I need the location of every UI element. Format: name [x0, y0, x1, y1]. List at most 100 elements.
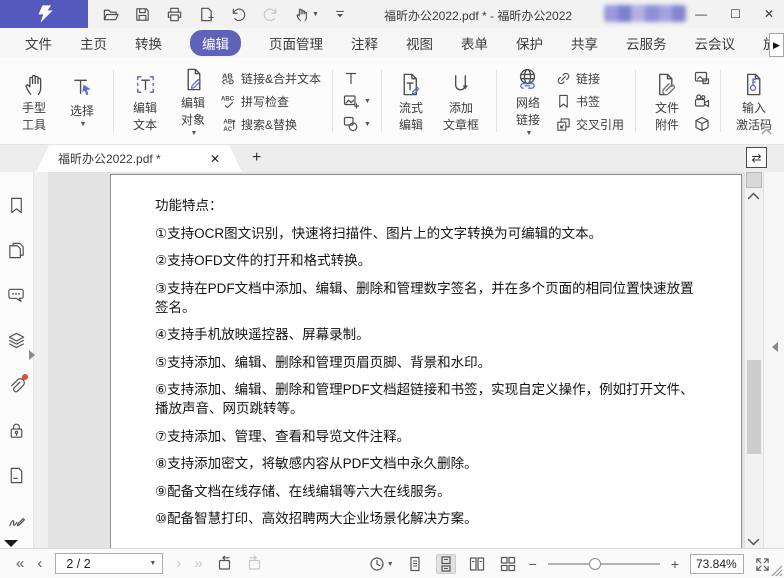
zoom-level-field[interactable]: 73.84%: [690, 554, 744, 574]
expand-right-panel-handle[interactable]: [772, 342, 778, 352]
document-tab-active[interactable]: 福昕办公2022.pdf * ✕: [36, 145, 242, 172]
sidebar-attachments-button[interactable]: [7, 376, 26, 395]
redo-button[interactable]: [262, 6, 279, 23]
tab-cloud-service[interactable]: 云服务: [626, 33, 667, 53]
link-merge-text-button[interactable]: AB 链接&合并文本: [221, 70, 321, 87]
scroll-up-button[interactable]: [747, 192, 760, 200]
security-lock-icon: [7, 421, 26, 440]
add-article-box-label: 添加: [449, 101, 473, 115]
customize-quick-access-button[interactable]: [334, 8, 346, 20]
link-button[interactable]: 链接: [556, 70, 624, 87]
tab-cloud-meeting[interactable]: 云会议: [695, 33, 736, 53]
hand-mode-button[interactable]: ▼: [294, 6, 319, 22]
app-logo[interactable]: [0, 0, 88, 28]
ribbon-divider: [381, 70, 382, 132]
new-document-button[interactable]: [198, 6, 215, 23]
print-button[interactable]: [166, 6, 183, 23]
scrollbar-thumb[interactable]: [747, 360, 761, 454]
facing-view-button[interactable]: [467, 554, 487, 574]
last-page-button[interactable]: »: [194, 556, 202, 571]
hand-pointer-icon: [294, 6, 310, 22]
facing-continuous-view-button[interactable]: [498, 554, 518, 574]
add-image-button[interactable]: ▼: [343, 93, 371, 109]
zoom-in-button[interactable]: +: [671, 556, 679, 572]
add-article-box-button[interactable]: 添加 文章框: [433, 71, 489, 132]
document-text-line: ⑦支持添加、管理、查看和导览文件注释。: [155, 427, 707, 446]
add-shape-button[interactable]: ▼: [343, 116, 371, 132]
sidebar-layers-button[interactable]: [7, 331, 26, 350]
select-button[interactable]: 选择 ▼: [58, 74, 106, 128]
tab-home[interactable]: 主页: [80, 33, 107, 53]
undo-button[interactable]: [230, 6, 247, 23]
scrollbar-top-button[interactable]: [746, 172, 762, 188]
right-panel-strip: [763, 172, 784, 548]
flow-edit-label: 流式: [399, 101, 423, 115]
bottom-left-expander[interactable]: [4, 540, 18, 547]
add-media-image-button[interactable]: [694, 70, 710, 86]
add-3d-button[interactable]: [694, 116, 710, 132]
bookmark-button[interactable]: 书签: [556, 93, 624, 110]
scroll-down-button[interactable]: [747, 538, 760, 546]
rotate-view-button[interactable]: ▼: [369, 556, 394, 572]
zoom-slider-knob[interactable]: [589, 558, 601, 570]
tab-protect[interactable]: 保护: [516, 33, 543, 53]
web-link-button[interactable]: 网络 链接▼: [504, 66, 552, 137]
continuous-view-button[interactable]: [436, 554, 456, 574]
expand-left-panel-handle[interactable]: [29, 350, 35, 360]
file-attachment-button[interactable]: 文件 附件: [643, 71, 691, 132]
hand-tool-label: 手型: [22, 101, 46, 115]
sidebar-security-button[interactable]: [7, 421, 26, 440]
pdf-page[interactable]: 功能特点： ①支持OCR图文识别，快速将扫描件、图片上的文字转换为可编辑的文本。…: [110, 174, 742, 548]
tab-share[interactable]: 共享: [571, 33, 598, 53]
minimize-button[interactable]: —: [695, 7, 707, 21]
fullscreen-button[interactable]: [755, 557, 770, 572]
tab-page-management[interactable]: 页面管理: [269, 33, 323, 53]
enter-activation-code-button[interactable]: 输入 激活码: [728, 71, 780, 132]
account-name-blurred[interactable]: [604, 5, 686, 22]
cross-reference-button[interactable]: 交叉引用: [556, 116, 624, 133]
tab-comment[interactable]: 注释: [351, 33, 378, 53]
tab-file[interactable]: 文件: [25, 33, 52, 53]
first-page-button[interactable]: «: [16, 556, 24, 571]
tab-view[interactable]: 视图: [406, 33, 433, 53]
flow-edit-button[interactable]: 流式 编辑: [389, 71, 433, 132]
previous-view-button[interactable]: [216, 555, 233, 572]
add-video-button[interactable]: [694, 93, 710, 109]
previous-page-button[interactable]: ‹: [37, 556, 42, 571]
link-label: 链接: [576, 70, 600, 87]
collapse-ribbon-button[interactable]: [761, 128, 772, 135]
hand-tool-button[interactable]: 手型 工具: [10, 71, 58, 132]
zoom-out-button[interactable]: −: [529, 556, 537, 572]
swap-view-button[interactable]: ⇄: [746, 147, 767, 168]
vertical-scrollbar[interactable]: [745, 172, 763, 548]
maximize-button[interactable]: ☐: [730, 7, 741, 21]
sidebar-signature-button[interactable]: [7, 511, 26, 530]
close-document-icon[interactable]: ✕: [210, 152, 220, 166]
edit-object-button[interactable]: 编辑 对象▼: [169, 66, 217, 137]
sidebar-pages-button[interactable]: [7, 241, 26, 260]
single-page-view-button[interactable]: [405, 554, 425, 574]
tab-form[interactable]: 表单: [461, 33, 488, 53]
spell-check-button[interactable]: ABC 拼写检查: [221, 93, 321, 110]
tab-edit-active[interactable]: 编辑: [190, 30, 241, 56]
next-view-button[interactable]: [246, 555, 263, 572]
zoom-slider[interactable]: [548, 557, 660, 571]
add-text-button[interactable]: [343, 70, 371, 86]
next-page-button[interactable]: ›: [176, 556, 181, 571]
sidebar-comments-button[interactable]: [7, 286, 26, 305]
sidebar-destinations-button[interactable]: [7, 466, 26, 485]
search-replace-button[interactable]: AB AC 搜索&替换: [221, 116, 321, 133]
edit-text-button[interactable]: 编辑 文本: [121, 71, 169, 132]
sidebar-bookmarks-button[interactable]: [7, 196, 26, 215]
insert-tools-group: ▼ ▼: [340, 70, 374, 132]
tab-convert[interactable]: 转换: [135, 33, 162, 53]
tab-scroll-right-button[interactable]: ▶: [769, 33, 784, 57]
ribbon-divider: [332, 70, 333, 132]
window-resize-grip[interactable]: [771, 565, 783, 577]
save-button[interactable]: [134, 6, 151, 23]
new-document-tab-button[interactable]: +: [252, 149, 261, 167]
link-merge-text-icon: AB: [221, 71, 236, 86]
page-number-selector[interactable]: 2 / 2 ▼: [55, 553, 163, 574]
close-button[interactable]: ✕: [764, 7, 774, 21]
open-button[interactable]: [102, 6, 119, 23]
